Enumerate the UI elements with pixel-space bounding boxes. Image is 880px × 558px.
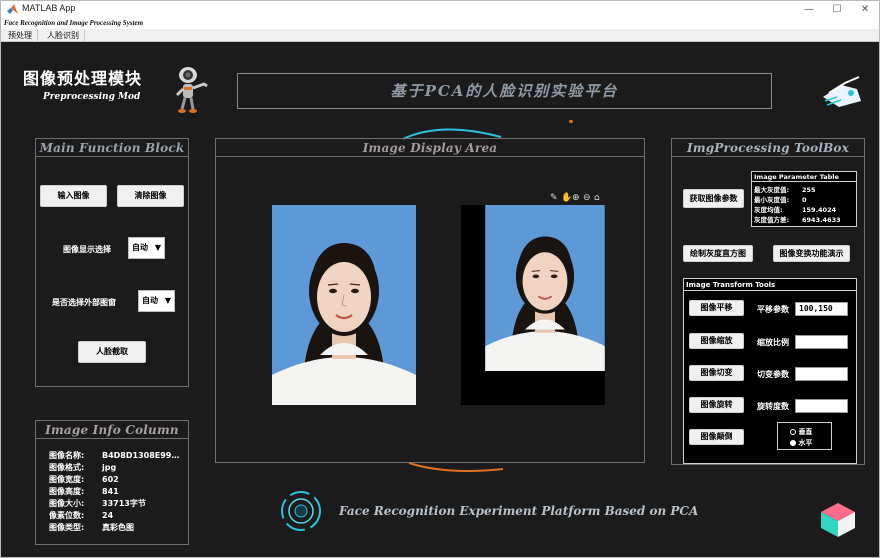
zoom-in-icon[interactable]: ⊕	[572, 193, 580, 203]
decorative-dot	[569, 120, 573, 123]
display-select-value: 自动	[132, 243, 148, 252]
banner-title: 基于PCA的人脸识别实验平台	[390, 82, 619, 100]
input-image-button[interactable]: 输入图像	[40, 185, 107, 207]
param-row-max: 最大灰度值: 255	[754, 186, 816, 194]
toolbox-panel: ImgProcessing ToolBox 获取图像参数 Image Param…	[671, 138, 865, 465]
rotate-button[interactable]: 图像旋转	[689, 397, 744, 413]
title-bar: MATLAB App — ☐ ✕	[1, 1, 879, 18]
info-row-format: 图像格式: jpg	[49, 463, 117, 472]
param-table: Image Parameter Table 最大灰度值: 255 最小灰度值: 0 …	[751, 171, 857, 227]
rotate-label: 旋转度数	[757, 402, 789, 411]
scale-label: 缩放比例	[757, 338, 789, 347]
flip-option-vertical[interactable]: 垂直	[790, 427, 812, 437]
image-display-title: Image Display Area	[216, 139, 644, 157]
shear-label: 切变参数	[757, 370, 789, 379]
rotate-input[interactable]	[795, 399, 848, 413]
image-info-title: Image Info Column	[36, 421, 188, 439]
pan-icon[interactable]: ✋	[561, 193, 572, 203]
decorative-arc-bottom	[408, 462, 504, 472]
transform-demo-button[interactable]: 图像变换功能演示	[773, 245, 850, 262]
translate-button[interactable]: 图像平移	[689, 300, 744, 316]
robot-icon	[175, 67, 208, 113]
module-subtitle: Preprocessing Mod	[43, 92, 141, 102]
radio-button-icon	[790, 429, 796, 435]
brush-icon[interactable]: ✎	[550, 193, 558, 203]
translate-input[interactable]: 100,150	[795, 302, 848, 316]
menu-bar: 预处理 人脸识别	[1, 29, 879, 42]
flip-option-horizontal[interactable]: 水平	[790, 438, 812, 448]
footer-title: Face Recognition Experiment Platform Bas…	[339, 504, 699, 518]
external-window-value: 自动	[142, 296, 158, 305]
image-info-panel: Image Info Column 图像名称: B4D8D1308E99… 图像格…	[35, 420, 189, 545]
axes-toolbar: ✎ ✋ ⊕ ⊖ ⌂	[550, 193, 608, 203]
minimize-button[interactable]: —	[795, 1, 823, 18]
param-row-min: 最小灰度值: 0	[754, 196, 807, 204]
face-crop-button[interactable]: 人脸截取	[78, 341, 146, 363]
flip-button[interactable]: 图像颠倒	[689, 429, 744, 445]
display-select-label: 图像显示选择	[63, 245, 111, 254]
transform-tools-title: Image Transform Tools	[684, 279, 856, 291]
info-row-bit-depth: 像素位数: 24	[49, 511, 114, 520]
app-canvas: 图像预处理模块 Preprocessing Mod 基于PCA的人脸识别实验平台	[1, 43, 879, 557]
info-row-size: 图像大小: 33713字节	[49, 499, 146, 508]
histogram-button[interactable]: 绘制灰度直方图	[683, 245, 753, 262]
external-window-dropdown[interactable]: 自动 ▼	[138, 290, 175, 312]
zoom-out-icon[interactable]: ⊖	[583, 193, 591, 203]
original-image	[272, 205, 416, 405]
get-params-button[interactable]: 获取图像参数	[683, 189, 744, 208]
home-icon[interactable]: ⌂	[594, 193, 600, 203]
matlab-app-window: MATLAB App — ☐ ✕ Face Recognition and Im…	[0, 0, 880, 558]
display-select-dropdown[interactable]: 自动 ▼	[128, 237, 165, 259]
menu-preprocessing[interactable]: 预处理	[3, 29, 38, 42]
main-function-title: Main Function Block	[36, 139, 188, 157]
radio-button-selected-icon	[790, 440, 796, 446]
module-title: 图像预处理模块	[23, 69, 143, 88]
shear-button[interactable]: 图像切变	[689, 365, 744, 381]
shear-input[interactable]	[795, 367, 848, 381]
maximize-button[interactable]: ☐	[823, 1, 851, 18]
chevron-down-icon: ▼	[154, 243, 161, 252]
param-row-mean: 灰度均值: 159.4024	[754, 206, 837, 214]
cube-logo-icon	[821, 503, 855, 537]
image-display-panel: Image Display Area ✎ ✋ ⊕ ⊖ ⌂	[215, 138, 645, 463]
scale-input[interactable]	[795, 335, 848, 349]
info-row-height: 图像高度: 841	[49, 487, 119, 496]
transform-tools-panel: Image Transform Tools 图像平移 平移参数 100,150 …	[683, 278, 857, 464]
flip-option-group: 垂直 水平	[777, 422, 832, 450]
close-button[interactable]: ✕	[851, 1, 879, 18]
param-table-title: Image Parameter Table	[752, 172, 856, 182]
matlab-logo-icon	[7, 4, 18, 14]
translate-label: 平移参数	[757, 305, 789, 314]
brand-logo-icon	[823, 76, 861, 107]
main-function-panel: Main Function Block 输入图像 清除图像 图像显示选择 自动 …	[35, 138, 189, 387]
window-title: MATLAB App	[22, 3, 76, 13]
info-row-type: 图像类型: 真彩色图	[49, 523, 134, 532]
scale-button[interactable]: 图像缩放	[689, 333, 744, 349]
info-row-name: 图像名称: B4D8D1308E99…	[49, 451, 180, 460]
clear-image-button[interactable]: 清除图像	[117, 185, 184, 207]
figure-name: Face Recognition and Image Processing Sy…	[1, 18, 879, 29]
info-row-width: 图像宽度: 602	[49, 475, 119, 484]
chevron-down-icon: ▼	[164, 296, 171, 305]
tech-circle-icon	[281, 491, 321, 531]
param-row-variance: 灰度值方差: 6943.4633	[754, 216, 841, 224]
toolbox-title: ImgProcessing ToolBox	[672, 139, 864, 157]
menu-face-recognition[interactable]: 人脸识别	[42, 29, 85, 42]
translated-image	[461, 205, 605, 405]
external-window-label: 是否选择外部图窗	[52, 298, 116, 307]
